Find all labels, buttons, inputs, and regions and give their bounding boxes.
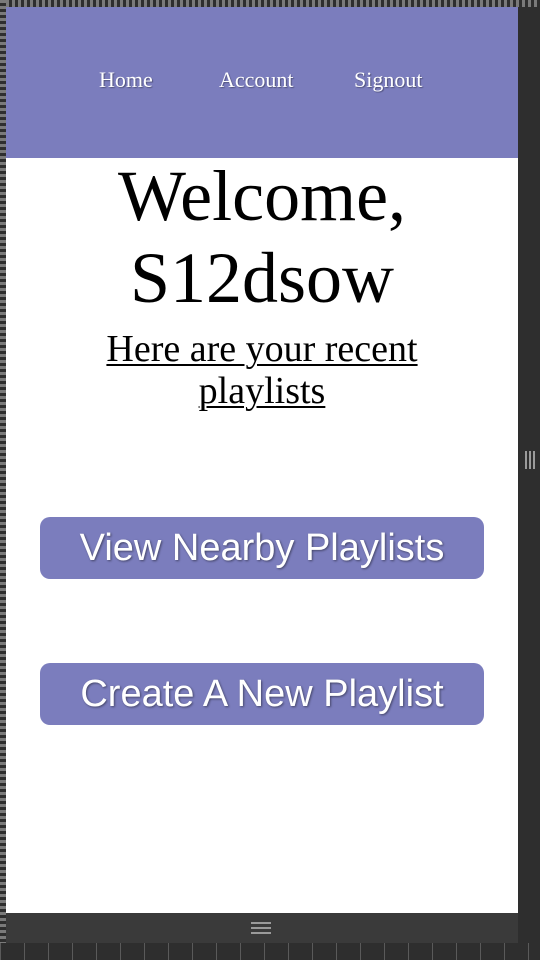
device-frame: Home Account Signout Welcome, S12dsow He… [0,0,540,960]
recent-playlists-link[interactable]: Here are your recent playlists [62,328,462,412]
hamburger-icon[interactable] [251,922,271,934]
resize-grip-icon[interactable] [525,451,537,469]
emulator-bottom-bar [6,913,518,943]
welcome-username: S12dsow [129,238,395,318]
nav-home-link[interactable]: Home [99,67,153,93]
frame-edge-top [0,0,540,7]
nav-signout-link[interactable]: Signout [354,67,422,93]
top-navbar: Home Account Signout [6,7,518,158]
welcome-heading: Welcome, S12dsow [6,155,518,319]
app-viewport: Home Account Signout Welcome, S12dsow He… [6,7,518,913]
create-playlist-button[interactable]: Create A New Playlist [40,663,484,725]
frame-edge-bottom [0,943,540,960]
view-nearby-playlists-button[interactable]: View Nearby Playlists [40,517,484,579]
welcome-greeting: Welcome, [117,156,407,236]
nav-account-link[interactable]: Account [219,67,294,93]
